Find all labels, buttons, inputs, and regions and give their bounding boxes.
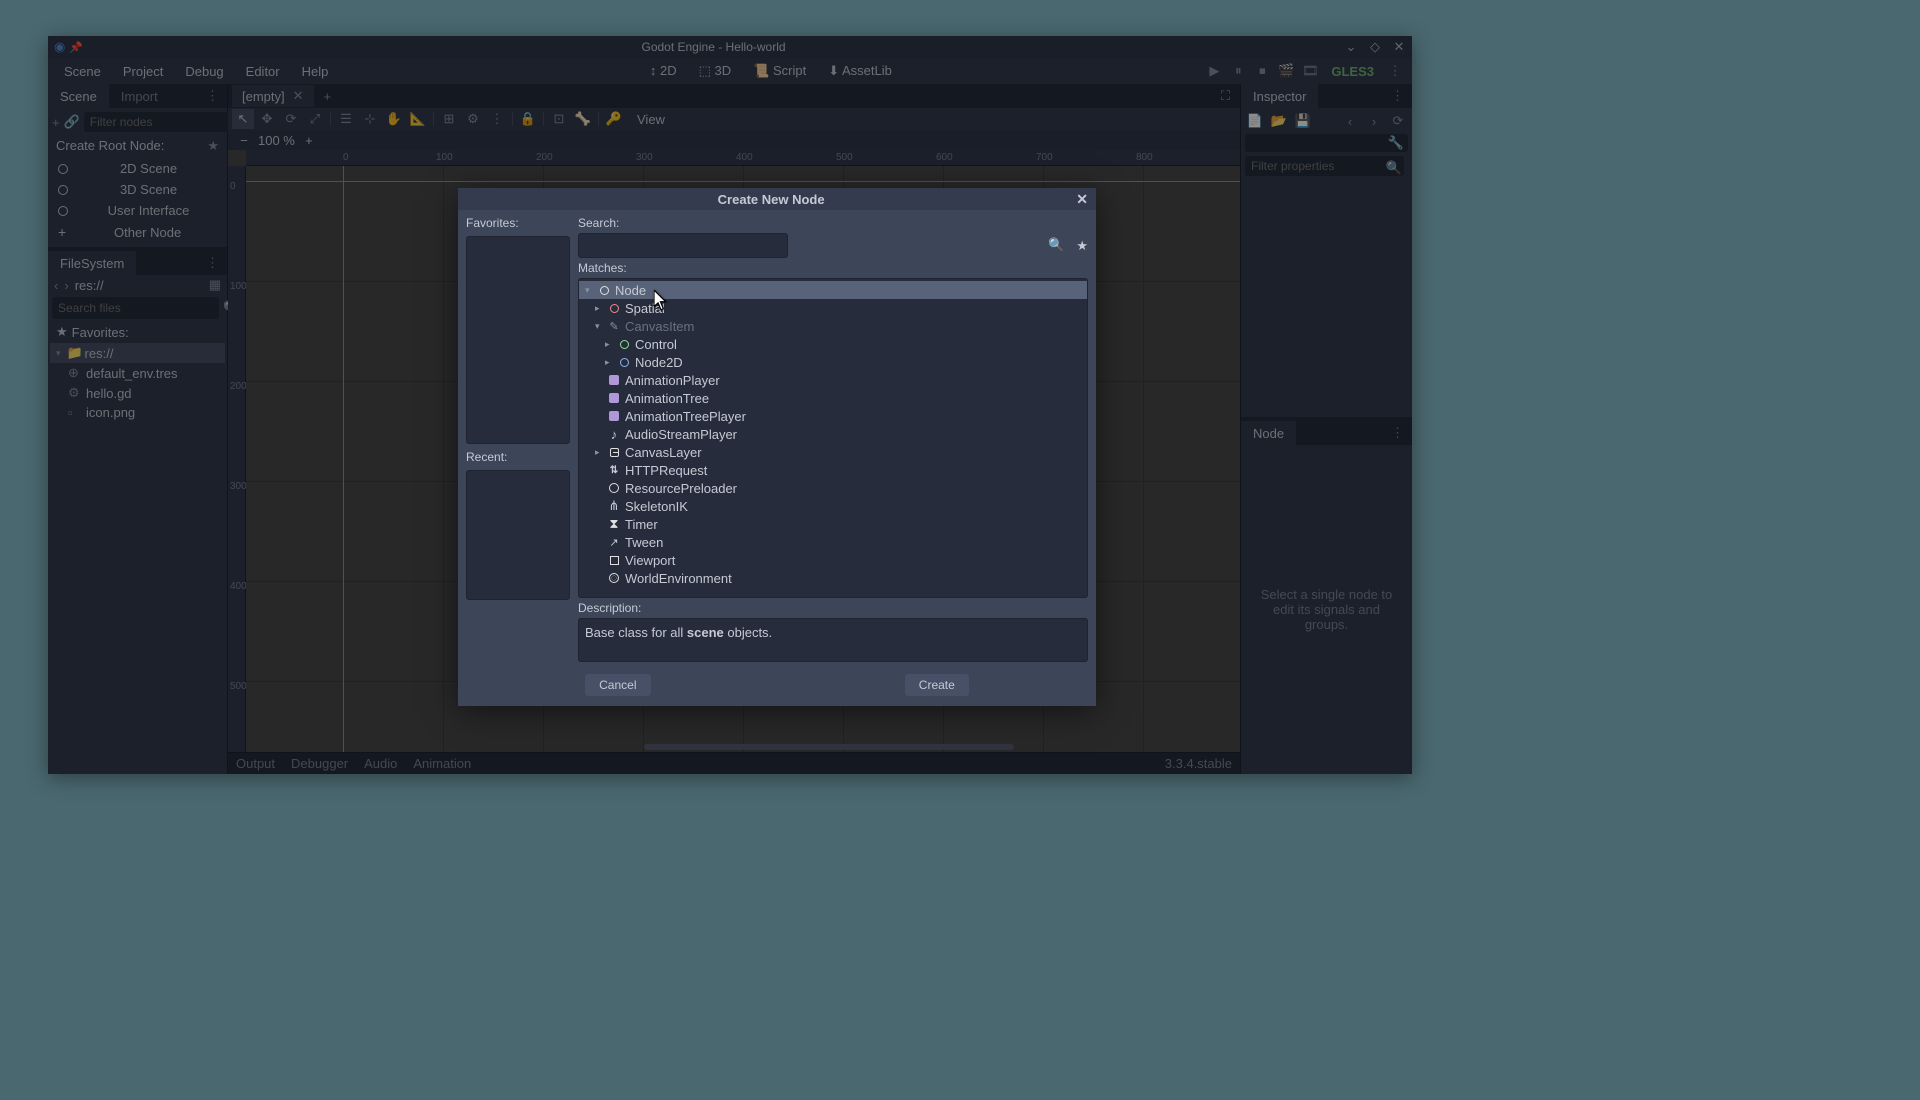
description-box: Base class for all scene objects. [578, 618, 1088, 662]
node-search-input[interactable] [578, 233, 788, 258]
tree-node-spatial[interactable]: ▸Spatial [579, 299, 1087, 317]
tree-node-control[interactable]: ▸Control [579, 335, 1087, 353]
tree-node-animationtreeplayer[interactable]: AnimationTreePlayer [579, 407, 1087, 425]
tree-node-canvasitem[interactable]: ▾✎CanvasItem [579, 317, 1087, 335]
recent-label: Recent: [466, 450, 570, 464]
search-label: Search: [578, 216, 1088, 230]
tree-node-worldenvironment[interactable]: WorldEnvironment [579, 569, 1087, 587]
dialog-title: Create New Node [466, 192, 1076, 207]
dialog-close-icon[interactable]: ✕ [1076, 191, 1088, 208]
cancel-button[interactable]: Cancel [585, 674, 650, 696]
tree-node-httprequest[interactable]: ⇅HTTPRequest [579, 461, 1087, 479]
matches-label: Matches: [578, 261, 1088, 275]
create-button[interactable]: Create [905, 674, 969, 696]
favorites-list[interactable] [466, 236, 570, 444]
description-label: Description: [578, 601, 1088, 615]
favorites-label: Favorites: [466, 216, 570, 230]
tree-node-animationtree[interactable]: AnimationTree [579, 389, 1087, 407]
tree-node-animationplayer[interactable]: AnimationPlayer [579, 371, 1087, 389]
app-window: ◉ 📌 Godot Engine - Hello-world ⌄ ◇ ✕ Sce… [48, 36, 1412, 774]
tree-node-resourcepreloader[interactable]: ResourcePreloader [579, 479, 1087, 497]
recent-list[interactable] [466, 470, 570, 600]
tree-node-timer[interactable]: ⧗Timer [579, 515, 1087, 533]
tree-node-node2d[interactable]: ▸Node2D [579, 353, 1087, 371]
tree-node-viewport[interactable]: Viewport [579, 551, 1087, 569]
tree-node-skeletonik[interactable]: ⋔SkeletonIK [579, 497, 1087, 515]
matches-tree[interactable]: ▾Node▸Spatial▾✎CanvasItem▸Control▸Node2D… [578, 278, 1088, 598]
tree-node-node[interactable]: ▾Node [579, 281, 1087, 299]
favorite-toggle-icon[interactable]: ★ [1076, 238, 1088, 254]
tree-node-tween[interactable]: ↗Tween [579, 533, 1087, 551]
create-node-dialog: Create New Node ✕ Favorites: Recent: Sea… [458, 188, 1096, 706]
tree-node-audiostreamplayer[interactable]: ♪AudioStreamPlayer [579, 425, 1087, 443]
tree-node-canvaslayer[interactable]: ▸CanvasLayer [579, 443, 1087, 461]
search-icon: 🔍 [1048, 237, 1064, 253]
